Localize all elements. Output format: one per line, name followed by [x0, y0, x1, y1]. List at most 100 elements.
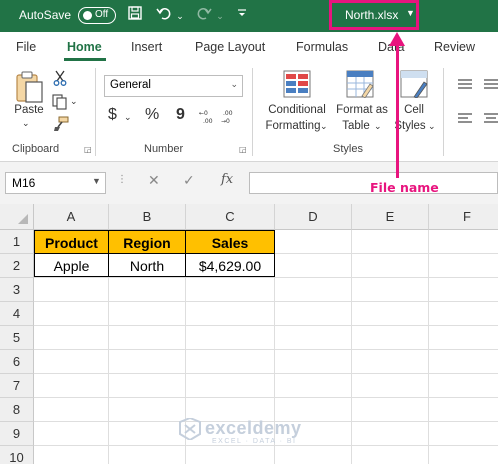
chevron-down-icon: ⌄	[230, 79, 238, 89]
enter-icon[interactable]: ✓	[183, 172, 195, 189]
redo-dropdown-icon[interactable]: ⌄	[215, 6, 225, 26]
number-launcher-icon[interactable]: ◲	[239, 145, 247, 154]
toggle-knob	[83, 11, 92, 20]
row-header-10[interactable]: 10	[0, 446, 34, 464]
gridline	[351, 230, 352, 464]
autosave-toggle[interactable]: Off	[78, 7, 116, 24]
number-format-value: General	[110, 79, 151, 91]
number-group-label: Number	[144, 143, 184, 155]
cell-a2[interactable]: Apple	[34, 253, 109, 277]
format-as-table-icon[interactable]	[346, 70, 374, 103]
align-top-icon[interactable]	[458, 76, 472, 94]
format-painter-icon[interactable]	[53, 116, 69, 137]
column-header-e[interactable]: E	[352, 204, 429, 230]
column-header-f[interactable]: F	[429, 204, 498, 230]
active-tab-indicator	[64, 58, 106, 61]
format-as-table-dropdown-icon[interactable]: ⌄	[374, 121, 382, 132]
copy-icon[interactable]	[52, 94, 68, 115]
conditional-formatting-icon[interactable]	[283, 70, 311, 103]
name-box-dropdown-icon[interactable]: ▼	[92, 176, 101, 186]
row-header-6[interactable]: 6	[0, 350, 34, 374]
paste-label[interactable]: Paste	[14, 104, 44, 116]
autosave-state: Off	[95, 9, 109, 20]
annotation-label: File name	[370, 180, 439, 195]
tab-formulas[interactable]: Formulas	[296, 40, 348, 54]
title-bar: AutoSave Off ⌄ ⌄ North.xlsx ▼	[0, 0, 498, 32]
group-divider	[95, 68, 96, 156]
tab-page-layout[interactable]: Page Layout	[195, 40, 265, 54]
tab-home[interactable]: Home	[67, 40, 102, 54]
undo-dropdown-icon[interactable]: ⌄	[175, 6, 185, 26]
conditional-formatting-label-1[interactable]: Conditional	[262, 104, 332, 116]
conditional-formatting-label-2[interactable]: Formatting	[258, 120, 328, 132]
svg-text:.00: .00	[223, 110, 233, 117]
redo-icon[interactable]	[195, 6, 213, 26]
autosave-label: AutoSave	[19, 8, 72, 22]
customize-qat-icon[interactable]	[236, 6, 248, 26]
group-divider	[252, 68, 253, 156]
copy-dropdown-icon[interactable]: ⌄	[70, 96, 78, 107]
tab-review[interactable]: Review	[434, 40, 475, 54]
styles-group-label: Styles	[333, 143, 363, 155]
file-name[interactable]: North.xlsx	[345, 8, 398, 22]
svg-text:→0: →0	[221, 118, 230, 124]
watermark-tagline: EXCEL · DATA · BI	[212, 438, 297, 445]
paste-dropdown-icon[interactable]: ⌄	[22, 118, 30, 129]
cell-c1[interactable]: Sales	[185, 230, 275, 254]
column-header-b[interactable]: B	[109, 204, 186, 230]
select-all-button[interactable]	[0, 204, 34, 230]
format-as-table-label-2[interactable]: Table	[341, 120, 371, 132]
row-header-8[interactable]: 8	[0, 398, 34, 422]
svg-text:.00: .00	[203, 118, 213, 124]
decrease-decimal-icon[interactable]: .00 →0	[221, 108, 239, 129]
save-icon[interactable]	[127, 6, 143, 26]
name-box[interactable]: M16	[5, 172, 106, 194]
exceldemy-logo-icon	[178, 416, 202, 445]
cancel-icon[interactable]: ✕	[148, 172, 160, 189]
align-middle-icon[interactable]	[484, 76, 498, 94]
column-header-d[interactable]: D	[275, 204, 352, 230]
cell-styles-label-1[interactable]: Cell	[400, 104, 428, 116]
cell-styles-icon[interactable]	[400, 70, 428, 103]
cut-icon[interactable]	[53, 70, 67, 91]
annotation-arrow-line	[396, 40, 399, 178]
cell-c2[interactable]: $4,629.00	[185, 253, 275, 277]
row-header-5[interactable]: 5	[0, 326, 34, 350]
row-header-4[interactable]: 4	[0, 302, 34, 326]
currency-format-button[interactable]: $	[108, 106, 117, 124]
svg-text:←0: ←0	[199, 110, 208, 117]
cell-b2[interactable]: North	[108, 253, 186, 277]
conditional-formatting-dropdown-icon[interactable]: ⌄	[320, 121, 328, 132]
filename-dropdown-icon[interactable]: ▼	[406, 8, 415, 18]
clipboard-group-label: Clipboard	[12, 143, 60, 155]
currency-dropdown-icon[interactable]: ⌄	[124, 112, 132, 123]
excel-window: AutoSave Off ⌄ ⌄ North.xlsx ▼ File Home …	[0, 0, 498, 464]
cell-b1[interactable]: Region	[108, 230, 186, 254]
align-center-icon[interactable]	[484, 110, 498, 128]
row-header-3[interactable]: 3	[0, 278, 34, 302]
select-all-triangle-icon	[18, 214, 28, 224]
cell-a1[interactable]: Product	[34, 230, 109, 254]
row-header-2[interactable]: 2	[0, 254, 34, 278]
increase-decimal-icon[interactable]: ←0.00	[199, 108, 217, 129]
column-header-a[interactable]: A	[34, 204, 109, 230]
clipboard-launcher-icon[interactable]: ◲	[84, 145, 92, 154]
align-left-icon[interactable]	[458, 110, 472, 128]
number-format-select[interactable]: General ⌄	[104, 75, 243, 97]
comma-style-button[interactable]: 9	[176, 106, 185, 124]
row-header-7[interactable]: 7	[0, 374, 34, 398]
group-divider	[443, 68, 444, 156]
tab-file[interactable]: File	[16, 40, 36, 54]
row-header-9[interactable]: 9	[0, 422, 34, 446]
cell-styles-dropdown-icon[interactable]: ⌄	[428, 121, 436, 132]
insert-function-icon[interactable]: fx	[221, 172, 233, 187]
row-header-1[interactable]: 1	[0, 230, 34, 254]
tab-insert[interactable]: Insert	[131, 40, 162, 54]
formula-bar-splitter-icon[interactable]: ⋮	[117, 174, 127, 185]
gridline	[428, 230, 429, 464]
column-header-c[interactable]: C	[186, 204, 275, 230]
percent-format-button[interactable]: %	[145, 106, 159, 124]
format-as-table-label-1[interactable]: Format as	[333, 104, 391, 116]
undo-icon[interactable]	[155, 6, 173, 26]
watermark-name: exceldemy	[205, 418, 302, 438]
